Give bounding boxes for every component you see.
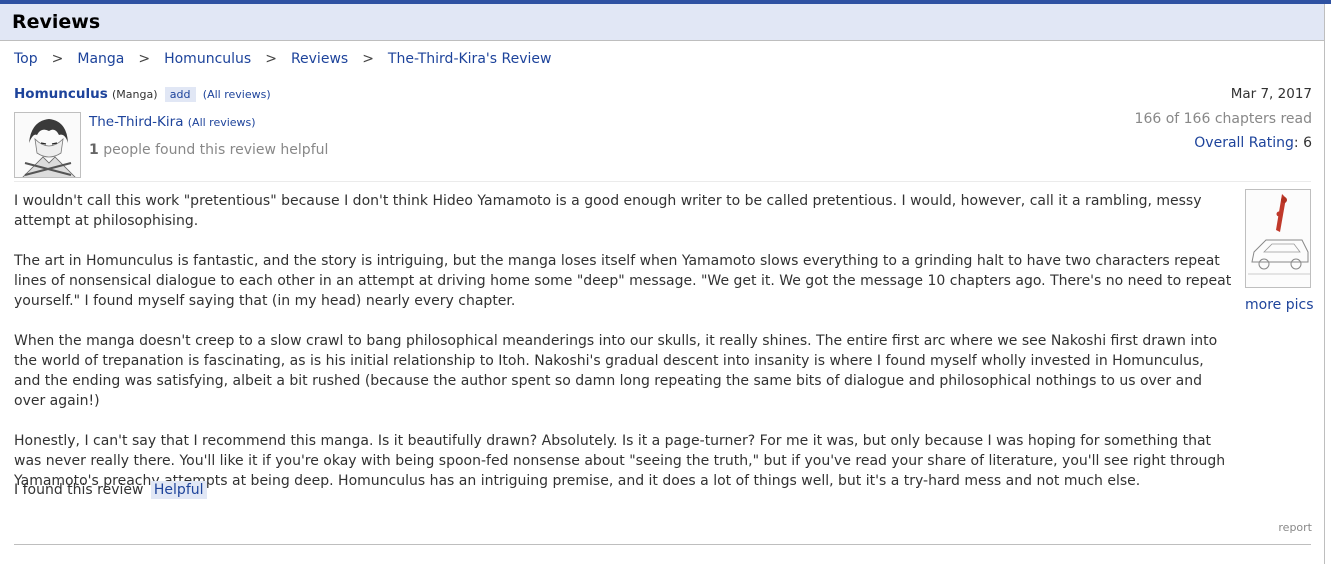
cover-image-icon <box>1246 190 1310 287</box>
review-paragraph: The art in Homunculus is fantastic, and … <box>14 253 1232 309</box>
content-right-border <box>1324 4 1325 564</box>
page-title: Reviews <box>12 11 101 33</box>
chapters-read: 166 of 166 chapters read <box>1134 111 1312 127</box>
review-date: Mar 7, 2017 <box>1230 86 1312 102</box>
more-pics-link[interactable]: more pics <box>1245 297 1313 313</box>
avatar[interactable] <box>14 112 81 178</box>
review-page: Reviews Top > Manga > Homunculus > Reviews > The… <box>0 0 1331 564</box>
breadcrumb-separator: > <box>362 51 374 67</box>
helpful-button[interactable]: Helpful <box>150 481 207 499</box>
review-paragraph: When the manga doesn't creep to a slow c… <box>14 333 1218 409</box>
breadcrumb-separator: > <box>51 51 64 67</box>
reviewer-line: The-Third-Kira (All reviews) <box>89 114 256 130</box>
add-to-list-button[interactable]: add <box>164 87 196 102</box>
divider <box>14 544 1311 545</box>
overall-rating: Overall Rating: 6 <box>1194 135 1312 151</box>
breadcrumb-top[interactable]: Top <box>14 51 38 67</box>
breadcrumb-homunculus[interactable]: Homunculus <box>164 51 251 67</box>
helpful-count-text: 1 people found this review helpful <box>89 142 328 158</box>
breadcrumb-separator: > <box>265 51 277 67</box>
report-link[interactable]: report <box>1278 521 1312 534</box>
breadcrumb: Top > Manga > Homunculus > Reviews > The-Third-K… <box>14 51 551 67</box>
reviewer-name-link[interactable]: The-Third-Kira <box>89 114 183 130</box>
found-helpful-label: I found this review <box>14 482 144 498</box>
helpful-count-number: 1 <box>89 142 99 158</box>
found-helpful-row: I found this review Helpful <box>14 481 207 499</box>
entry-line: Homunculus (Manga) add (All reviews) <box>14 86 271 102</box>
review-paragraph: I wouldn't call this work "pretentious" … <box>14 193 1202 229</box>
entry-title-link[interactable]: Homunculus <box>14 86 108 102</box>
breadcrumb-reviews[interactable]: Reviews <box>291 51 348 67</box>
reviewer-all-reviews-link[interactable]: (All reviews) <box>188 116 256 129</box>
overall-rating-value: 6 <box>1303 135 1312 151</box>
header-bar: Reviews <box>0 4 1325 41</box>
review-text: I wouldn't call this work "pretentious" … <box>14 191 1232 511</box>
breadcrumb-separator: > <box>138 51 151 67</box>
entry-type: (Manga) <box>112 88 158 101</box>
divider <box>14 181 1311 182</box>
avatar-image-icon <box>15 113 80 177</box>
breadcrumb-manga[interactable]: Manga <box>77 51 124 67</box>
breadcrumb-current-review[interactable]: The-Third-Kira's Review <box>388 51 552 67</box>
helpful-count-label: people found this review helpful <box>103 142 329 158</box>
entry-all-reviews-link[interactable]: (All reviews) <box>203 88 271 101</box>
overall-rating-label[interactable]: Overall Rating <box>1194 135 1294 151</box>
manga-cover-thumbnail[interactable] <box>1245 189 1311 288</box>
